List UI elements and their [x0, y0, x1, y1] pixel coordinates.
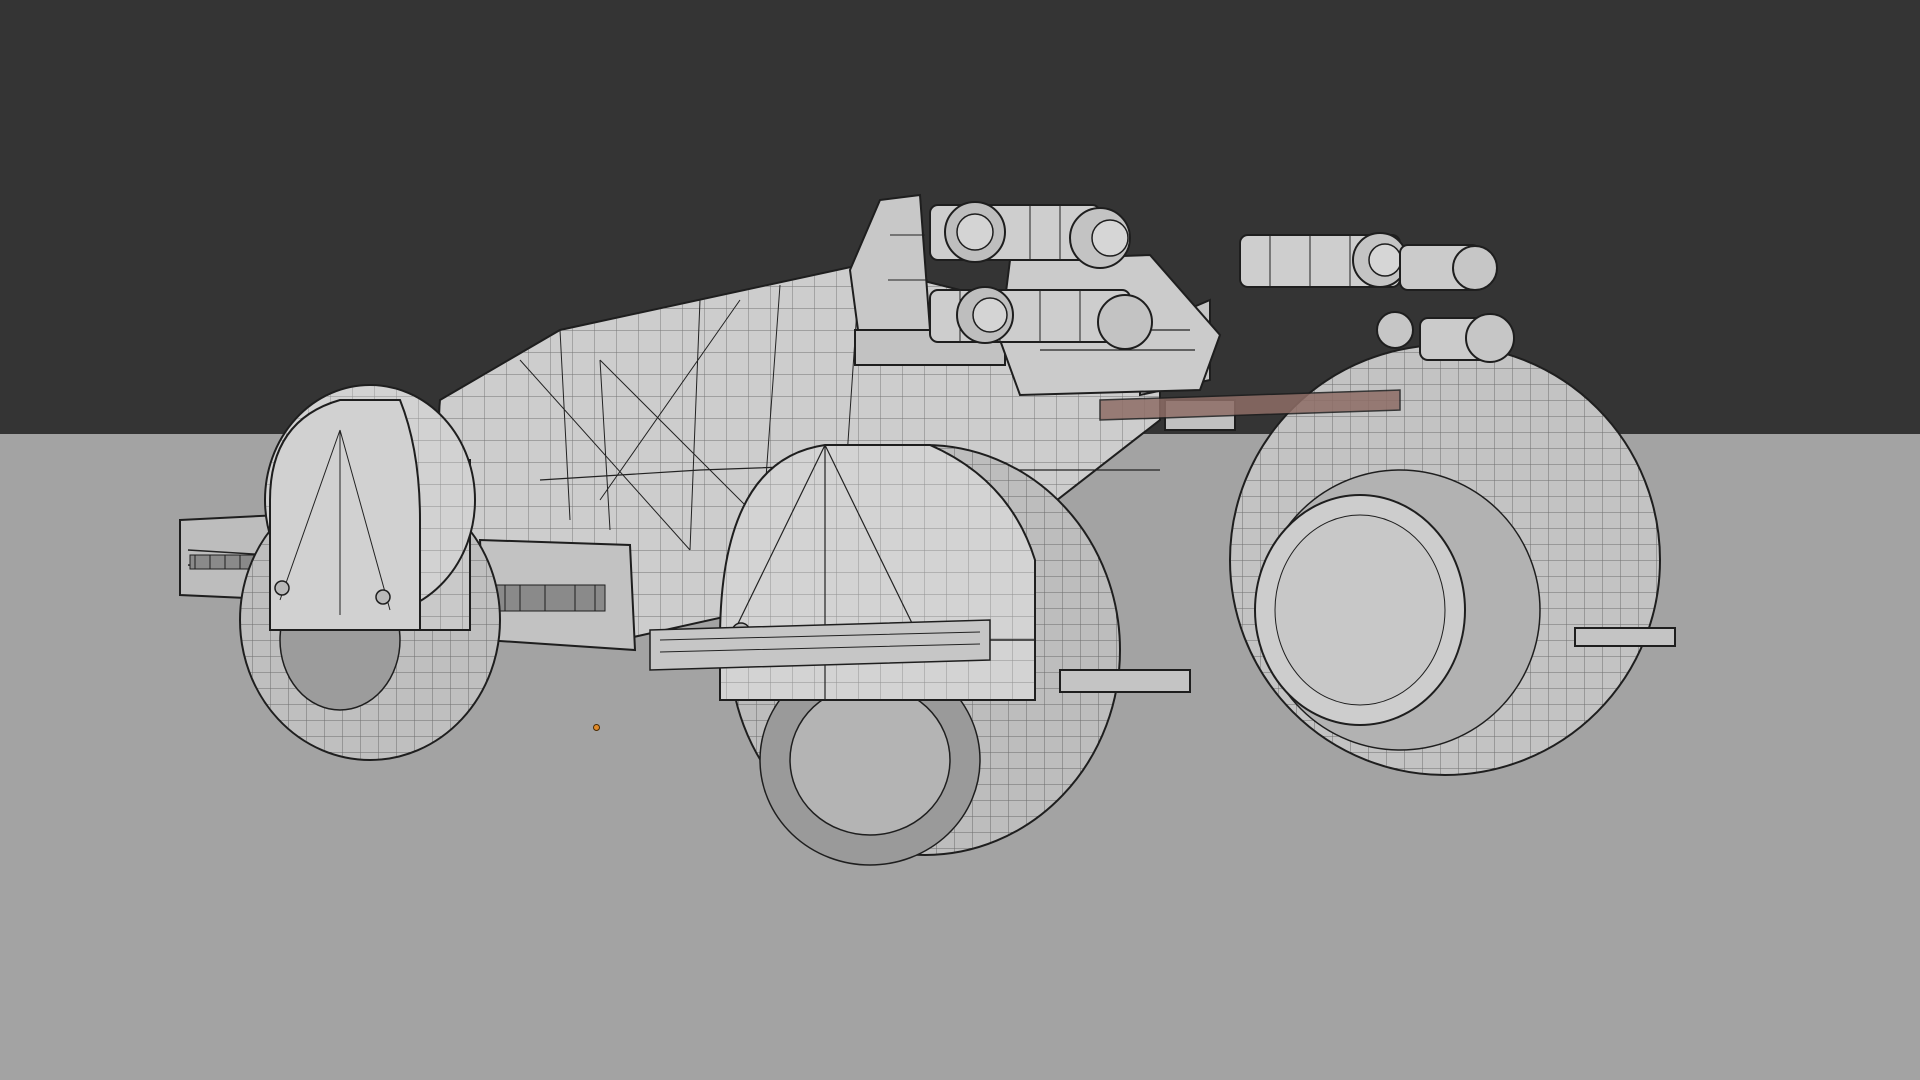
rear-bumper-center[interactable]	[478, 538, 637, 652]
object-origin-marker	[593, 724, 600, 731]
3d-viewport[interactable]	[0, 0, 1920, 1080]
vehicle-wireframe-model[interactable]	[0, 0, 1920, 1080]
wheel-rear-left-hub[interactable]	[269, 399, 421, 631]
